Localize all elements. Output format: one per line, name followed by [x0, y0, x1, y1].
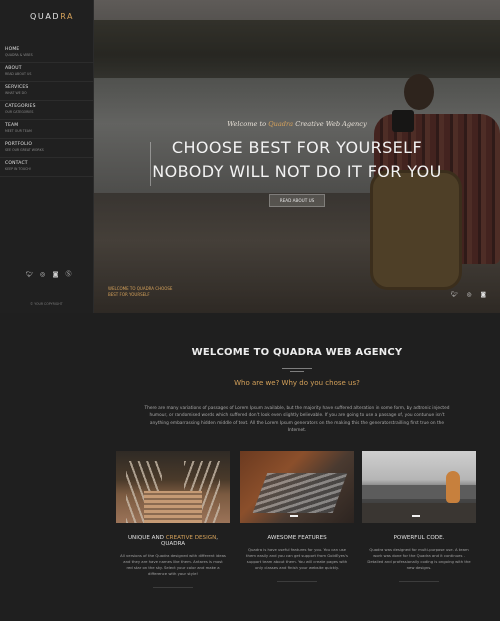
feature-cards: UNIQUE AND CREATIVE DESIGN, QUADRA All v… [116, 451, 486, 621]
slider-indicator[interactable] [412, 515, 420, 517]
nav-item-contact[interactable]: CONTACT KEEP IN TOUCH! [0, 158, 94, 177]
nav-item-subtitle: READ ABOUT US [5, 72, 32, 76]
feature-card: UNIQUE AND CREATIVE DESIGN, QUADRA All v… [116, 451, 230, 588]
main-nav: HOME QUADRA & VIBES ABOUT READ ABOUT US … [0, 44, 94, 177]
section-divider [282, 368, 312, 369]
card-text: Quadra was designed for multi-purpose us… [367, 547, 471, 570]
skype-icon[interactable]: Ⓢ [65, 271, 72, 278]
sidebar-social: 🐦︎ ◎ ◙ Ⓢ [26, 271, 72, 278]
bridge-deck [144, 491, 202, 523]
card-image-sea[interactable] [362, 451, 476, 523]
nav-item-categories[interactable]: CATEGORIES OUR CATEGORIES [0, 101, 94, 120]
card-text: All versions of the Quadra designed with… [120, 553, 226, 576]
card-title: AWESOME FEATURES [240, 535, 354, 541]
card-divider [277, 581, 317, 582]
hero-social: 🐦︎ ◎ ◙ [451, 292, 486, 298]
page: QUADRA HOME QUADRA & VIBES ABOUT READ AB… [0, 0, 500, 621]
hero-welcome-prefix: Welcome to [227, 120, 267, 128]
nav-item-team[interactable]: TEAM MEET OUR TEAM [0, 120, 94, 139]
twitter-icon[interactable]: 🐦︎ [26, 271, 34, 278]
dribbble-icon[interactable]: ◎ [467, 292, 472, 298]
card-divider [399, 581, 439, 582]
feature-card: POWERFUL CODE. Quadra was designed for m… [362, 451, 476, 582]
hero-headline-line1: CHOOSE BEST FOR YOURSELF [171, 138, 423, 157]
section-divider-short [290, 371, 304, 372]
logo-accent: RA [60, 12, 75, 21]
card-title-prefix: POWERFUL CODE. [393, 535, 445, 541]
hero-caption: WELCOME TO QUADRA CHOOSE BEST FOR YOURSE… [108, 286, 172, 298]
hero-caption-line2: BEST FOR YOURSELF [108, 292, 150, 297]
section-subtitle: Who are we? Why do you chose us? [234, 379, 360, 387]
nav-item-subtitle: MEET OUR TEAM [5, 129, 32, 133]
instagram-icon[interactable]: ◙ [52, 271, 59, 278]
nav-item-portfolio[interactable]: PORTFOLIO SEE OUR GREAT WORKS [0, 139, 94, 158]
nav-item-about[interactable]: ABOUT READ ABOUT US [0, 63, 94, 82]
read-about-us-button[interactable]: READ ABOUT US [268, 194, 326, 207]
card-title: UNIQUE AND CREATIVE DESIGN, QUADRA [116, 535, 230, 547]
nav-item-home[interactable]: HOME QUADRA & VIBES [0, 44, 94, 63]
card-title: POWERFUL CODE. [362, 535, 476, 541]
section-title: WELCOME TO QUADRA WEB AGENCY [191, 347, 403, 358]
bench [252, 473, 348, 513]
instagram-icon[interactable]: ◙ [481, 292, 486, 298]
feature-card: AWESOME FEATURES Quadra is have useful f… [240, 451, 354, 582]
nav-item-subtitle: OUR CATEGORIES [5, 110, 34, 114]
twitter-icon[interactable]: 🐦︎ [451, 292, 458, 298]
dribbble-icon[interactable]: ◎ [39, 271, 46, 278]
nav-item-subtitle: KEEP IN TOUCH! [5, 167, 32, 171]
card-image-bridge[interactable] [116, 451, 230, 523]
ground [362, 503, 476, 523]
logo[interactable]: QUADRA [30, 12, 74, 21]
card-image-bench[interactable] [240, 451, 354, 523]
hero-welcome: Welcome to Quadra Creative Web Agency [94, 120, 500, 128]
hero: Welcome to Quadra Creative Web Agency CH… [94, 0, 500, 313]
logo-prefix: QUAD [30, 12, 61, 21]
hero-headline-line2: NOBODY WILL NOT DO IT FOR YOU [152, 162, 442, 181]
nav-item-subtitle: SEE OUR GREAT WORKS [5, 148, 44, 152]
nav-item-services[interactable]: SERVICES WHAT WE DO [0, 82, 94, 101]
hero-welcome-suffix: Creative Web Agency [295, 120, 367, 128]
hero-content: Welcome to Quadra Creative Web Agency CH… [94, 120, 500, 207]
card-title-prefix: AWESOME FEATURES [267, 535, 327, 541]
card-text: Quadra is have useful features for you. … [246, 547, 348, 570]
hero-welcome-accent: Quadra [268, 120, 294, 128]
hero-headline: CHOOSE BEST FOR YOURSELF NOBODY WILL NOT… [94, 136, 500, 184]
teddy-bear [446, 471, 460, 503]
section-text: There are many variations of passages of… [144, 406, 450, 434]
copyright: © YOUR COPYRIGHT [30, 302, 63, 306]
sidebar: QUADRA HOME QUADRA & VIBES ABOUT READ AB… [0, 0, 94, 313]
card-divider [153, 587, 193, 588]
slider-indicator[interactable] [290, 515, 298, 517]
nav-item-subtitle: WHAT WE DO [5, 91, 27, 95]
intro-section: WELCOME TO QUADRA WEB AGENCY Who are we?… [94, 313, 500, 621]
nav-item-subtitle: QUADRA & VIBES [5, 53, 33, 57]
